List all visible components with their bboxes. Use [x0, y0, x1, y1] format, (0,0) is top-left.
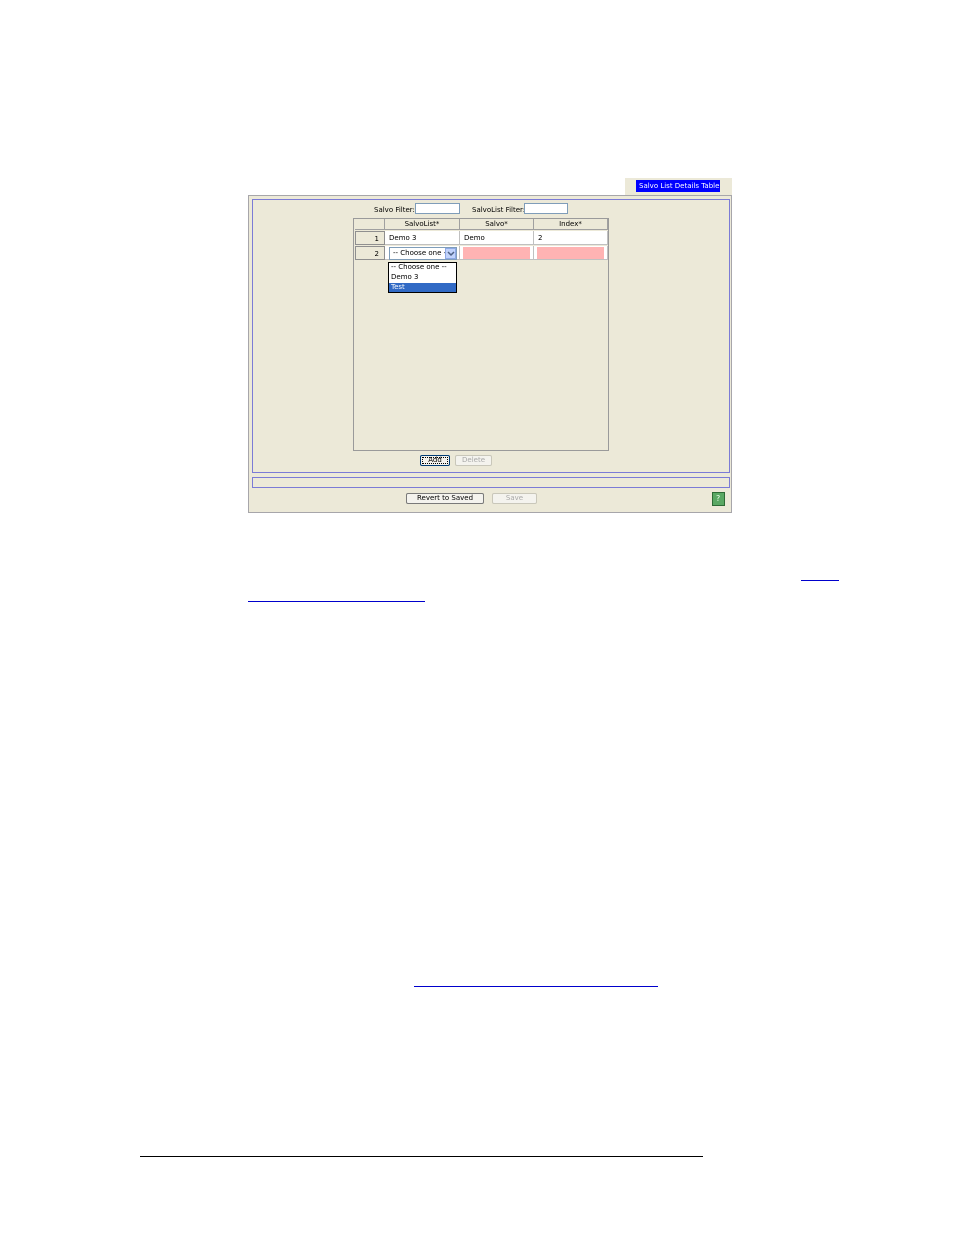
table-cell-salvolist[interactable]: Demo 3	[385, 231, 460, 245]
table-cell-salvo[interactable]	[460, 246, 534, 260]
row-number[interactable]: 2	[355, 246, 385, 260]
salvolist-filter-label: SalvoList Filter:	[472, 206, 526, 214]
help-glyph: ?	[716, 494, 721, 503]
salvolist-filter-input[interactable]	[524, 203, 568, 214]
dropdown-option[interactable]: -- Choose one --	[389, 263, 456, 272]
column-header-salvo[interactable]: Salvo*	[460, 219, 534, 230]
row-number-header	[355, 219, 385, 230]
delete-button[interactable]: Delete	[455, 455, 492, 466]
help-icon[interactable]: ?	[712, 492, 725, 506]
save-button[interactable]: Save	[492, 493, 537, 504]
salvo-filter-label: Salvo Filter:	[374, 206, 415, 214]
dropdown-option-selected[interactable]: Test	[389, 283, 456, 292]
invalid-index-cell	[537, 247, 604, 259]
table-cell-index[interactable]: 2	[534, 231, 608, 245]
footer-rule	[140, 1156, 703, 1157]
table-cell-index[interactable]	[534, 246, 608, 260]
invalid-salvo-cell	[463, 247, 530, 259]
status-bar	[252, 477, 730, 488]
dropdown-option[interactable]: Demo 3	[389, 273, 456, 282]
window-title: Salvo List Details Table	[636, 180, 720, 192]
column-header-salvolist[interactable]: SalvoList*	[385, 219, 460, 230]
chevron-down-icon[interactable]	[445, 248, 456, 259]
doc-link-underline[interactable]	[248, 601, 425, 602]
table-cell-salvo[interactable]: Demo	[460, 231, 534, 245]
column-header-index[interactable]: Index*	[534, 219, 608, 230]
doc-link-underline[interactable]	[414, 986, 658, 987]
row-number[interactable]: 1	[355, 231, 385, 245]
add-button[interactable]: Add	[420, 455, 450, 466]
doc-link-underline[interactable]	[801, 580, 839, 581]
revert-to-saved-button[interactable]: Revert to Saved	[406, 493, 484, 504]
salvo-filter-input[interactable]	[415, 203, 460, 214]
